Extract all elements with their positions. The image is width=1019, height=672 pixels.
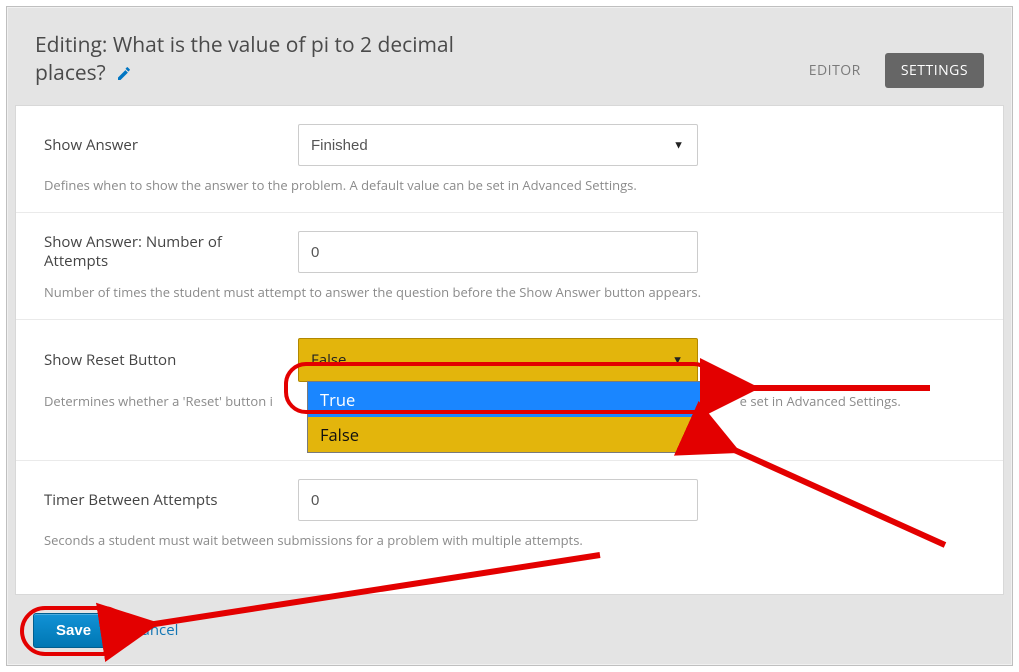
pencil-icon[interactable] (116, 64, 132, 88)
show-reset-button-dropdown: True False (307, 381, 707, 453)
dialog-footer: Save Cancel (7, 595, 1012, 665)
show-reset-help-left: Determines whether a 'Reset' button i (44, 392, 273, 410)
show-answer-attempts-help: Number of times the student must attempt… (44, 283, 975, 301)
title-wrap: Editing: What is the value of pi to 2 de… (35, 31, 475, 88)
show-reset-button-select-wrap: False ▼ (298, 338, 698, 382)
settings-panel[interactable]: Show Answer Finished ▼ Defines when to s… (15, 105, 1004, 595)
show-answer-attempts-label: Show Answer: Number of Attempts (44, 233, 274, 271)
dialog-frame: Editing: What is the value of pi to 2 de… (6, 6, 1013, 666)
show-answer-select[interactable]: Finished (298, 124, 698, 166)
timer-between-attempts-input[interactable] (298, 479, 698, 521)
tab-editor[interactable]: EDITOR (797, 53, 873, 88)
show-reset-button-value: False (311, 350, 346, 370)
show-answer-attempts-input[interactable] (298, 231, 698, 273)
timer-between-attempts-help: Seconds a student must wait between subm… (44, 531, 975, 549)
tab-bar: EDITOR SETTINGS (797, 53, 984, 88)
setting-show-answer: Show Answer Finished ▼ Defines when to s… (16, 106, 1003, 213)
save-button[interactable]: Save (33, 613, 114, 648)
show-reset-button-select[interactable]: False (299, 339, 699, 381)
show-reset-button-label: Show Reset Button (44, 351, 274, 370)
show-answer-select-wrap: Finished ▼ (298, 124, 698, 166)
cancel-button[interactable]: Cancel (132, 620, 178, 640)
setting-timer-between-attempts: Timer Between Attempts Seconds a student… (16, 461, 1003, 567)
timer-between-attempts-label: Timer Between Attempts (44, 491, 274, 510)
title-prefix: Editing: (35, 31, 113, 59)
dropdown-option-false[interactable]: False (308, 417, 706, 452)
tab-settings[interactable]: SETTINGS (885, 53, 984, 88)
show-answer-label: Show Answer (44, 136, 274, 155)
show-answer-help: Defines when to show the answer to the p… (44, 176, 975, 194)
dropdown-option-true[interactable]: True (308, 382, 706, 417)
setting-show-reset-button: Show Reset Button False ▼ True False Det… (16, 320, 1003, 461)
setting-show-answer-attempts: Show Answer: Number of Attempts Number o… (16, 213, 1003, 320)
page-title: Editing: What is the value of pi to 2 de… (35, 31, 454, 87)
dialog-header: Editing: What is the value of pi to 2 de… (7, 7, 1012, 98)
show-reset-help-right: e set in Advanced Settings. (740, 392, 901, 410)
